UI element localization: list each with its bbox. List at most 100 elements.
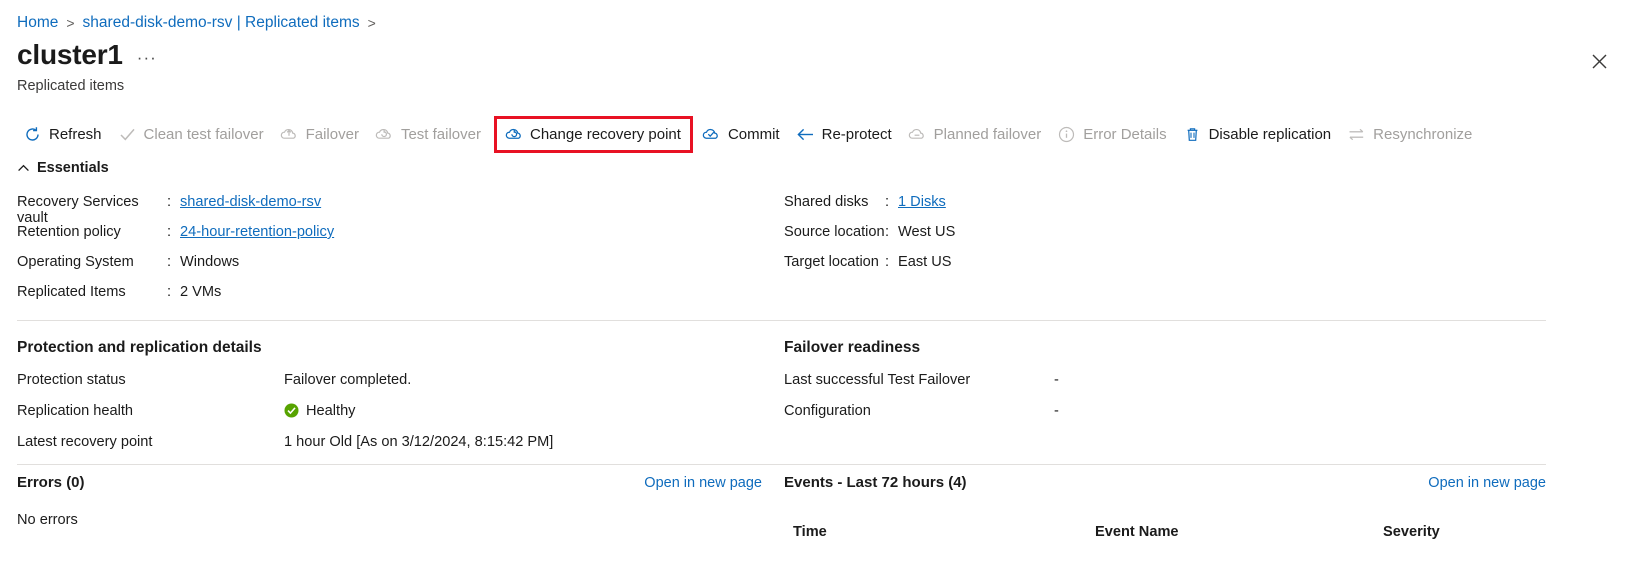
- resynchronize-label: Resynchronize: [1373, 125, 1473, 143]
- breadcrumb-separator-icon: >: [66, 15, 75, 31]
- events-panel-header: Events - Last 72 hours (4) Open in new p…: [784, 474, 1546, 491]
- command-bar: Refresh Clean test failover Failover Tes…: [17, 115, 1482, 153]
- protection-status-value: Failover completed.: [284, 371, 412, 388]
- events-table-header: Time Event Name Severity: [784, 524, 1543, 540]
- source-location-value: West US: [898, 224, 956, 240]
- breadcrumb-item-vault[interactable]: shared-disk-demo-rsv | Replicated items: [83, 14, 360, 32]
- failover-label: Failover: [305, 125, 359, 143]
- change-recovery-point-button[interactable]: Change recovery point: [494, 115, 693, 153]
- configuration-value: -: [1054, 402, 1059, 419]
- planned-failover-button[interactable]: Planned failover: [902, 121, 1052, 147]
- cloud-planned-icon: [908, 125, 927, 144]
- protection-details-list: Protection status Failover completed. Re…: [17, 364, 553, 457]
- essentials-key: Recovery Services vault: [17, 194, 139, 226]
- replication-health-row: Replication health Healthy: [17, 395, 553, 426]
- error-details-label: Error Details: [1083, 125, 1167, 143]
- errors-panel-title: Errors (0): [17, 474, 85, 491]
- essentials-colon: :: [167, 254, 172, 270]
- retention-policy-link[interactable]: 24-hour-retention-policy: [180, 224, 334, 240]
- configuration-key: Configuration: [784, 402, 871, 419]
- latest-recovery-point-key: Latest recovery point: [17, 433, 153, 450]
- latest-recovery-point-value: 1 hour Old [As on 3/12/2024, 8:15:42 PM]: [284, 433, 554, 450]
- resynchronize-button[interactable]: Resynchronize: [1341, 121, 1482, 147]
- essentials-right-column: Shared disks : 1 Disks Source location :…: [784, 194, 955, 284]
- commit-label: Commit: [727, 125, 780, 143]
- essentials-colon: :: [167, 224, 172, 240]
- change-recovery-point-label: Change recovery point: [530, 125, 681, 143]
- target-location-value: East US: [898, 254, 952, 270]
- checkmark-icon: [118, 125, 137, 144]
- re-protect-label: Re-protect: [821, 125, 892, 143]
- cloud-recovery-icon: [504, 125, 523, 144]
- essentials-colon: :: [885, 194, 890, 210]
- clean-test-failover-button[interactable]: Clean test failover: [112, 121, 274, 147]
- failover-readiness-list: Last successful Test Failover - Configur…: [784, 364, 1059, 426]
- errors-open-in-new-page-link[interactable]: Open in new page: [644, 475, 762, 491]
- essentials-label: Essentials: [37, 160, 109, 176]
- page-title-row: cluster1 ···: [17, 41, 157, 69]
- section-divider: [17, 320, 1546, 321]
- last-successful-test-failover-value: -: [1054, 371, 1059, 388]
- page-subtitle: Replicated items: [17, 78, 125, 94]
- section-divider: [17, 464, 1546, 465]
- protection-status-row: Protection status Failover completed.: [17, 364, 553, 395]
- events-open-in-new-page-link[interactable]: Open in new page: [1428, 475, 1546, 491]
- re-protect-button[interactable]: Re-protect: [790, 121, 902, 147]
- more-options-button[interactable]: ···: [137, 49, 157, 69]
- latest-recovery-point-row: Latest recovery point 1 hour Old [As on …: [17, 426, 553, 457]
- shared-disks-link[interactable]: 1 Disks: [898, 194, 946, 210]
- essentials-left-column: Recovery Services vault : shared-disk-de…: [17, 194, 334, 314]
- replication-health-key: Replication health: [17, 402, 134, 419]
- close-button[interactable]: [1585, 47, 1613, 75]
- info-circle-icon: [1057, 125, 1076, 144]
- breadcrumb-item-home[interactable]: Home: [17, 14, 58, 32]
- essentials-key: Target location: [784, 254, 879, 270]
- operating-system-value: Windows: [180, 254, 240, 270]
- essentials-row-shared-disks: Shared disks : 1 Disks: [784, 194, 955, 224]
- essentials-colon: :: [167, 194, 172, 210]
- essentials-key: Replicated Items: [17, 284, 126, 300]
- recovery-services-vault-link[interactable]: shared-disk-demo-rsv: [180, 194, 321, 210]
- essentials-row-retention-policy: Retention policy : 24-hour-retention-pol…: [17, 224, 334, 254]
- refresh-label: Refresh: [49, 125, 102, 143]
- clean-test-failover-label: Clean test failover: [143, 125, 264, 143]
- essentials-row-recovery-services-vault: Recovery Services vault : shared-disk-de…: [17, 194, 334, 226]
- last-successful-test-failover-row: Last successful Test Failover -: [784, 364, 1059, 395]
- events-panel-title: Events - Last 72 hours (4): [784, 474, 967, 491]
- essentials-colon: :: [167, 284, 172, 300]
- essentials-row-target-location: Target location : East US: [784, 254, 955, 284]
- essentials-colon: :: [885, 224, 890, 240]
- essentials-row-source-location: Source location : West US: [784, 224, 955, 254]
- last-successful-test-failover-key: Last successful Test Failover: [784, 371, 971, 388]
- events-column-time[interactable]: Time: [784, 524, 1095, 540]
- replication-health-value: Healthy: [306, 402, 356, 419]
- commit-button[interactable]: Commit: [696, 121, 790, 147]
- protection-details-title: Protection and replication details: [17, 339, 262, 356]
- errors-panel-header: Errors (0) Open in new page: [17, 474, 762, 491]
- events-column-severity[interactable]: Severity: [1383, 524, 1543, 540]
- configuration-row: Configuration -: [784, 395, 1059, 426]
- planned-failover-label: Planned failover: [933, 125, 1042, 143]
- essentials-toggle[interactable]: Essentials: [17, 160, 109, 176]
- breadcrumb-separator-icon: >: [367, 15, 376, 31]
- disable-replication-button[interactable]: Disable replication: [1177, 121, 1342, 147]
- error-details-button[interactable]: Error Details: [1051, 121, 1176, 147]
- close-icon: [1592, 54, 1606, 68]
- errors-empty-text: No errors: [17, 512, 78, 528]
- test-failover-label: Test failover: [400, 125, 481, 143]
- essentials-row-replicated-items: Replicated Items : 2 VMs: [17, 284, 334, 314]
- essentials-colon: :: [885, 254, 890, 270]
- cloud-arrow-icon: [280, 125, 299, 144]
- failover-button[interactable]: Failover: [274, 121, 369, 147]
- disable-replication-label: Disable replication: [1208, 125, 1332, 143]
- events-column-event-name[interactable]: Event Name: [1095, 524, 1383, 540]
- breadcrumb: Home > shared-disk-demo-rsv | Replicated…: [17, 14, 376, 32]
- test-failover-button[interactable]: Test failover: [369, 121, 491, 147]
- essentials-key: Operating System: [17, 254, 134, 270]
- chevron-up-icon: [17, 162, 30, 175]
- trash-icon: [1183, 125, 1202, 144]
- cloud-check-icon: [702, 125, 721, 144]
- refresh-button[interactable]: Refresh: [17, 121, 112, 147]
- replicated-items-value: 2 VMs: [180, 284, 222, 300]
- essentials-key: Retention policy: [17, 224, 121, 240]
